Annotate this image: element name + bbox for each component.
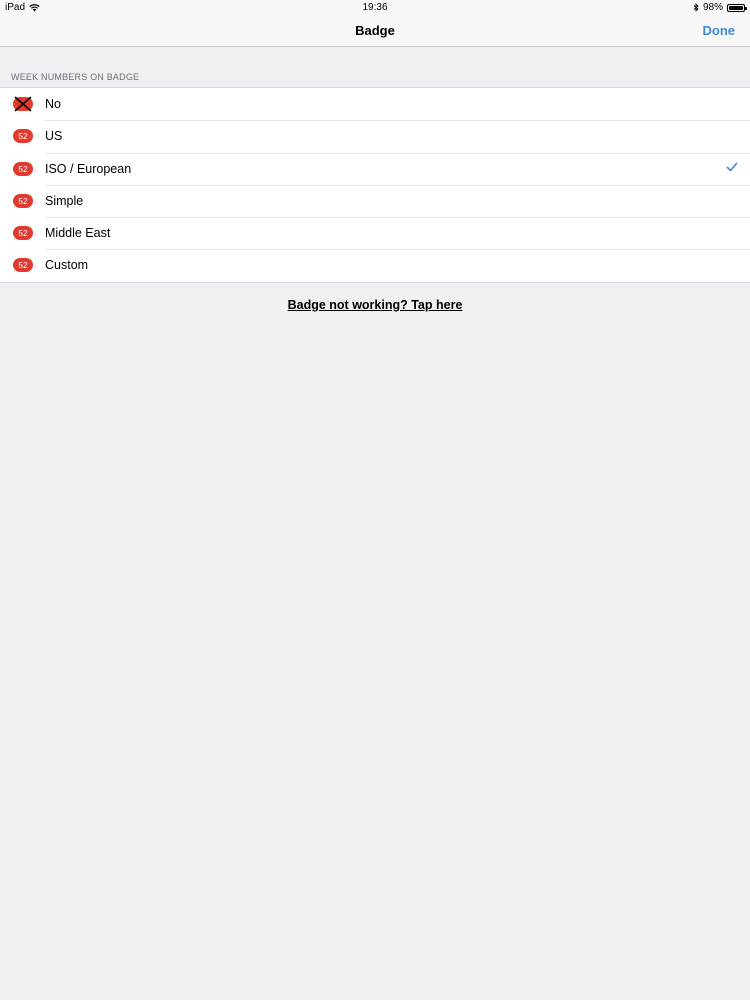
badge-icon: 52 [13,161,33,176]
battery-icon [727,3,747,12]
option-label: Middle East [45,226,111,241]
option-label: ISO / European [45,161,132,176]
badge-options-list: No 52 US 52 ISO / European 52 Simple 52 … [0,87,750,283]
option-row-no[interactable]: No [0,88,750,120]
option-row-middle-east[interactable]: 52 Middle East [0,217,750,249]
option-label: No [45,97,61,111]
navigation-bar: Badge Done [0,14,750,47]
option-row-iso-european[interactable]: 52 ISO / European [0,152,750,185]
status-bar: iPad 19:36 98% [0,0,750,14]
bluetooth-icon [693,3,699,12]
option-row-us[interactable]: 52 US [0,120,750,152]
status-time: 19:36 [362,2,388,13]
badge-icon: 52 [13,258,33,273]
status-right: 98% [693,2,747,13]
option-row-simple[interactable]: 52 Simple [0,184,750,217]
page-title: Badge [355,23,395,38]
done-button[interactable]: Done [703,23,736,38]
section-header: WEEK NUMBERS ON BADGE [11,72,140,82]
battery-percent: 98% [702,2,723,13]
option-label: Simple [45,193,84,208]
checkmark-icon [726,162,738,171]
option-label: Custom [45,258,89,273]
badge-icon: 52 [13,193,33,208]
badge-icon: 52 [13,226,33,241]
badge-off-icon [13,96,33,112]
badge-help-link[interactable]: Badge not working? Tap here [0,298,750,312]
badge-icon: 52 [13,129,33,144]
option-row-custom[interactable]: 52 Custom [0,249,750,281]
option-label: US [45,129,63,144]
battery-fill [729,5,743,10]
